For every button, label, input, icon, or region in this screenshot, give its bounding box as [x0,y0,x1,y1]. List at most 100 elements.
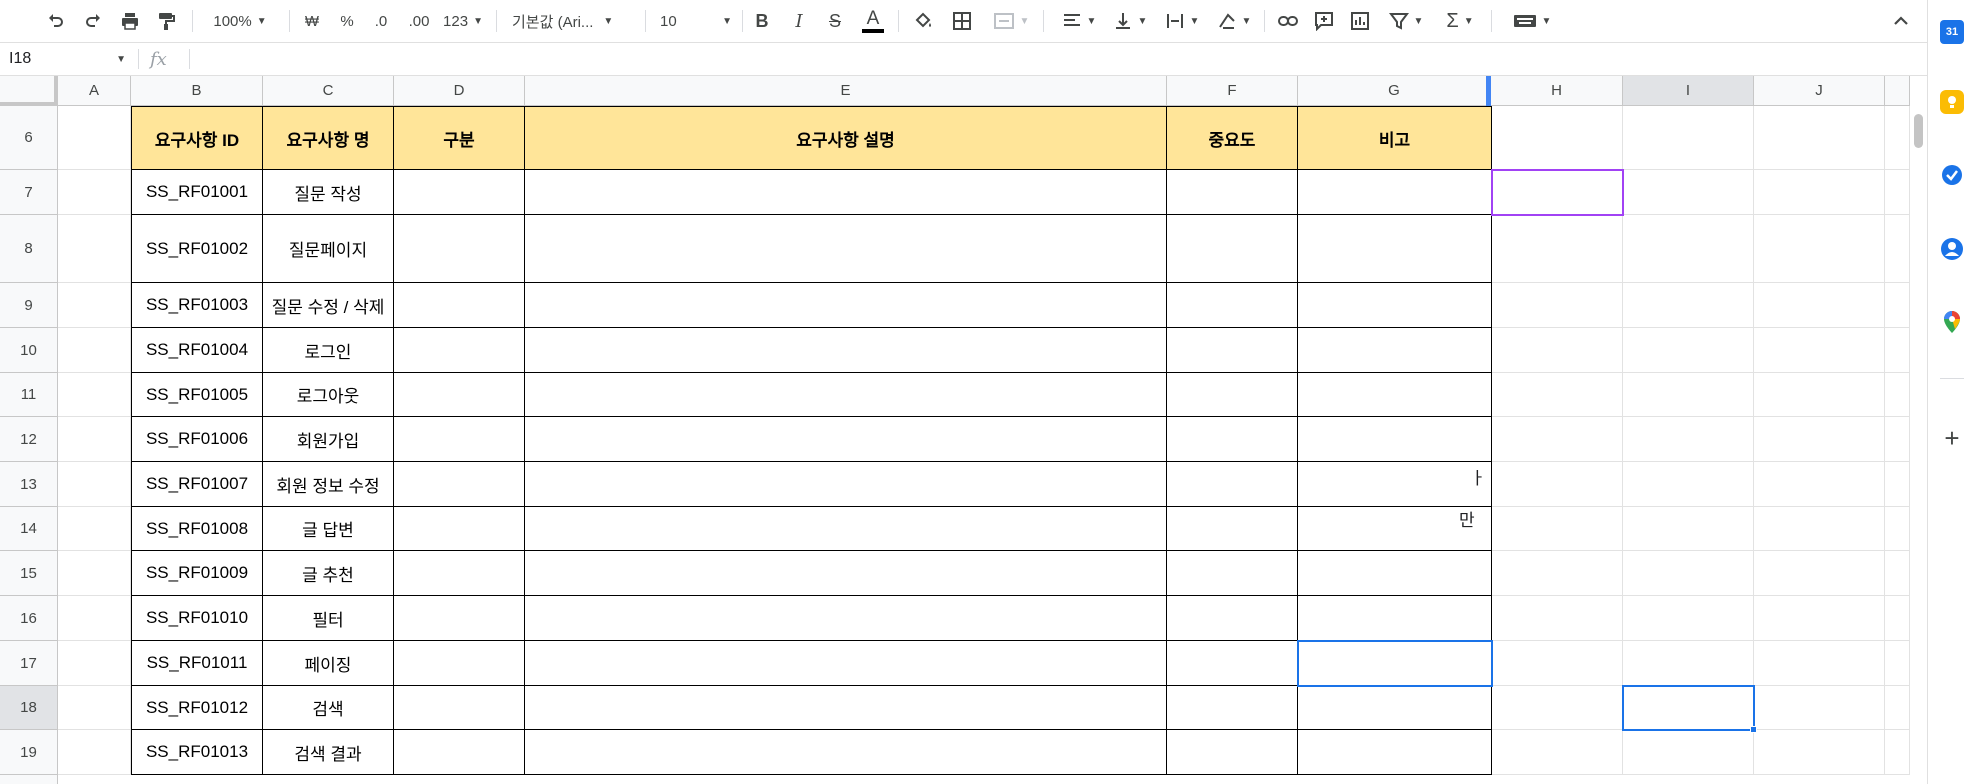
empty-cell[interactable] [58,641,131,686]
cell-id[interactable]: SS_RF01004 [131,328,263,373]
cell-priority[interactable] [1167,283,1298,328]
cell-category[interactable] [394,596,525,641]
cell-category[interactable] [394,686,525,730]
empty-cell[interactable] [1623,730,1754,775]
text-rotation-icon[interactable]: ▼ [1212,5,1256,37]
empty-cell[interactable] [58,462,131,507]
empty-cell[interactable] [58,373,131,417]
currency-format-button[interactable]: ₩ [300,5,324,37]
empty-cell[interactable] [1885,730,1910,775]
cell-id[interactable]: SS_RF01003 [131,283,263,328]
column-header-e[interactable]: E [525,76,1167,106]
cell-note[interactable] [1298,730,1492,775]
cell-note[interactable] [1298,551,1492,596]
cell-priority[interactable] [1167,507,1298,551]
cell-note[interactable] [1298,596,1492,641]
row-header-12[interactable]: 12 [0,417,58,462]
empty-cell[interactable] [58,417,131,462]
cell-priority[interactable] [1167,686,1298,730]
empty-cell[interactable] [58,686,131,730]
cell-note[interactable] [1298,417,1492,462]
input-tools-icon[interactable]: ▼ [1505,5,1559,37]
empty-cell[interactable] [1491,686,1623,730]
cell-id[interactable]: SS_RF01013 [131,730,263,775]
cell-note[interactable] [1298,170,1492,215]
empty-cell[interactable] [58,106,131,170]
empty-cell[interactable] [1491,462,1623,507]
cell-category[interactable] [394,283,525,328]
row-header-7[interactable]: 7 [0,170,58,215]
header-cell-id[interactable]: 요구사항 ID [131,106,263,170]
row-header-6[interactable]: 6 [0,106,58,170]
empty-cell[interactable] [1623,596,1754,641]
empty-cell[interactable] [1623,106,1754,170]
empty-cell[interactable] [1754,417,1885,462]
cell-category[interactable] [394,328,525,373]
print-icon[interactable] [116,5,144,37]
column-header-b[interactable]: B [131,76,263,106]
maps-icon[interactable] [1940,310,1964,334]
row-header-16[interactable]: 16 [0,596,58,641]
calendar-icon[interactable]: 31 [1940,20,1964,44]
cell-id[interactable]: SS_RF01001 [131,170,263,215]
empty-cell[interactable] [1623,417,1754,462]
row-header-13[interactable]: 13 [0,462,58,507]
cell-description[interactable] [525,507,1167,551]
cell-priority[interactable] [1167,551,1298,596]
empty-cell[interactable] [1623,215,1754,283]
empty-cell[interactable] [1885,641,1910,686]
column-header-a[interactable]: A [58,76,131,106]
cell-description[interactable] [525,686,1167,730]
cell-description[interactable] [525,283,1167,328]
row-header-8[interactable]: 8 [0,215,58,283]
cell-priority[interactable] [1167,215,1298,283]
empty-cell[interactable] [1623,373,1754,417]
empty-cell[interactable] [1754,507,1885,551]
empty-cell[interactable] [1754,462,1885,507]
cell-name[interactable]: 질문 수정 / 삭제 [263,283,394,328]
empty-cell[interactable] [1885,170,1910,215]
fill-color-icon[interactable] [909,5,937,37]
percent-format-button[interactable]: % [335,5,359,37]
active-cell-I18[interactable] [1622,685,1757,733]
empty-cell[interactable] [1885,106,1910,170]
text-color-button[interactable]: A [858,5,888,37]
row-header-11[interactable]: 11 [0,373,58,417]
cell-name[interactable]: 검색 결과 [263,730,394,775]
cell-id[interactable]: SS_RF01008 [131,507,263,551]
cell-description[interactable] [525,417,1167,462]
empty-cell[interactable] [1491,507,1623,551]
empty-cell[interactable] [58,730,131,775]
column-header-d[interactable]: D [394,76,525,106]
row-header-15[interactable]: 15 [0,551,58,596]
row-header-9[interactable]: 9 [0,283,58,328]
row-header-20[interactable] [0,775,58,784]
empty-cell[interactable] [1491,641,1623,686]
cell-note[interactable] [1298,462,1492,507]
cell-description[interactable] [525,215,1167,283]
cell-name[interactable]: 글 답변 [263,507,394,551]
column-resize-handle[interactable] [1486,76,1491,106]
cell-priority[interactable] [1167,596,1298,641]
empty-cell[interactable] [1885,507,1910,551]
horizontal-align-icon[interactable]: ▼ [1057,5,1101,37]
empty-cell[interactable] [1491,215,1623,283]
cell-name[interactable]: 질문페이지 [263,215,394,283]
cell-name[interactable]: 로그인 [263,328,394,373]
empty-cell[interactable] [1491,373,1623,417]
column-header-i[interactable]: I [1623,76,1754,106]
font-size-select[interactable]: 10 ▼ [660,5,732,37]
empty-cell[interactable] [1491,283,1623,328]
cell-category[interactable] [394,170,525,215]
empty-cell[interactable] [1885,551,1910,596]
row-header-18[interactable]: 18 [0,686,58,730]
cell-priority[interactable] [1167,730,1298,775]
fill-handle[interactable] [1750,726,1757,733]
empty-cell[interactable] [1491,551,1623,596]
cell-description[interactable] [525,373,1167,417]
cell-name[interactable]: 회원 정보 수정 [263,462,394,507]
cell-description[interactable] [525,596,1167,641]
cell-category[interactable] [394,215,525,283]
undo-icon[interactable] [42,5,70,37]
row-header-10[interactable]: 10 [0,328,58,373]
